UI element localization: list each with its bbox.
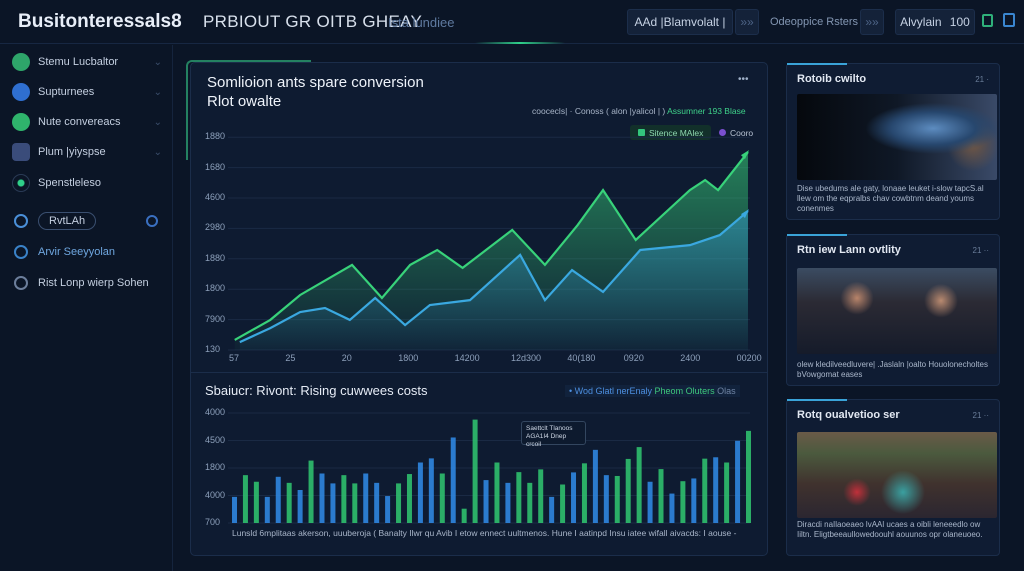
- bar: [560, 484, 566, 523]
- card-title: Rotoib cwilto: [797, 73, 867, 85]
- bar: [713, 457, 719, 523]
- bar: [625, 458, 631, 523]
- bar: [396, 483, 402, 523]
- bar: [603, 475, 609, 523]
- bar: [581, 463, 587, 523]
- bar: [483, 480, 489, 523]
- bar: [549, 496, 555, 523]
- bar: [319, 473, 325, 523]
- card-title: Rtn iew Lann ovtlity: [797, 244, 901, 256]
- bar: [592, 449, 598, 523]
- bar: [330, 483, 336, 523]
- bar: [352, 483, 358, 523]
- bar: [571, 472, 577, 523]
- y-tick-label: 4000: [205, 407, 226, 417]
- bar-tooltip: Saettclt Tlanoos AGA1I4 Dnep crcoil: [521, 421, 586, 448]
- bar: [636, 447, 642, 523]
- card-image: [797, 94, 997, 180]
- bar: [505, 482, 511, 523]
- card-description: Diracdi naIlaoeaeo lvAAl ucaes a oibli l…: [797, 520, 983, 539]
- card-description: olew kledilveedluvere| .Jaslaln |oalto H…: [797, 360, 988, 379]
- bar: [516, 472, 522, 523]
- bar: [691, 478, 697, 523]
- bar: [680, 481, 686, 523]
- bar: [406, 474, 412, 523]
- card-image: [797, 268, 997, 354]
- bar: [363, 473, 369, 523]
- bar: [702, 458, 708, 523]
- bar: [286, 482, 292, 523]
- y-tick-label: 4000: [205, 489, 226, 500]
- bar: [669, 493, 675, 523]
- bar: [264, 496, 270, 523]
- card-meta: 21 ··: [972, 411, 989, 420]
- bar: [439, 473, 445, 523]
- card-meta: 21 ··: [972, 246, 989, 255]
- bar: [297, 490, 303, 523]
- bar: [341, 475, 347, 523]
- y-tick-label: 1800: [205, 462, 226, 472]
- bar: [385, 496, 391, 523]
- bar: [253, 481, 259, 523]
- tooltip-line: Saettclt Tlanoos: [526, 425, 573, 432]
- bar: [614, 475, 620, 523]
- bar: [735, 440, 741, 523]
- bar: [275, 476, 281, 523]
- news-card[interactable]: Rtn iew Lann ovtlity 21 ·· olew kledilveed…: [786, 234, 1000, 386]
- bar: [308, 460, 314, 523]
- card-title: Rotq oualvetioo ser: [797, 409, 900, 421]
- card-description: Dise ubedums ale gaty, lonaae leuket i-s…: [797, 184, 984, 213]
- y-tick-label: 4500: [205, 434, 226, 445]
- bar: [374, 482, 380, 523]
- bar: [242, 475, 248, 523]
- bar: [428, 458, 434, 523]
- bar: [724, 462, 730, 523]
- news-card[interactable]: Rotoib cwilto 21 · Dise ubedums ale gaty, …: [786, 63, 1000, 220]
- tooltip-line: AGA1I4 Dnep crcoil: [526, 433, 567, 448]
- bar-chart-footer: Lunsld 6mplitaas akerson, uuuberoja ( Ba…: [232, 528, 737, 538]
- bar: [527, 482, 533, 523]
- card-accent: [787, 399, 847, 401]
- bar: [417, 462, 423, 523]
- bar: [538, 469, 544, 523]
- bar: [232, 496, 237, 523]
- bar: [494, 462, 500, 523]
- card-image: [797, 432, 997, 518]
- card-accent: [787, 234, 847, 236]
- bar: [658, 469, 664, 523]
- bar: [472, 419, 478, 523]
- bar: [450, 437, 456, 523]
- bar: [461, 508, 467, 523]
- bar: [746, 430, 751, 523]
- y-tick-label: 700: [205, 517, 221, 527]
- bar: [647, 481, 653, 523]
- news-card[interactable]: Rotq oualvetioo ser 21 ·· Diracdi naIlaoea…: [786, 399, 1000, 556]
- card-meta: 21 ·: [975, 75, 989, 84]
- card-accent: [787, 63, 847, 65]
